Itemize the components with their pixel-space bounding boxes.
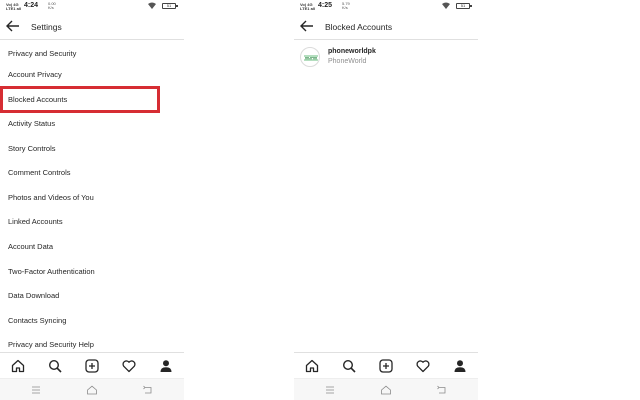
- avatar: [300, 47, 320, 67]
- search-icon[interactable]: [48, 359, 62, 373]
- new-post-icon[interactable]: [85, 359, 99, 373]
- status-bar: Vo) 4G LTE1 all 4:25 5.79 K/s 51: [294, 0, 478, 13]
- clock: 4:24: [24, 2, 39, 9]
- menu-item-photos-and-videos[interactable]: Photos and Videos of You: [8, 193, 94, 202]
- menu-item-two-factor[interactable]: Two-Factor Authentication: [8, 267, 95, 276]
- page-title: Blocked Accounts: [325, 22, 393, 32]
- heart-icon[interactable]: [122, 359, 136, 373]
- blocked-display-name: PhoneWorld: [328, 58, 367, 65]
- heart-icon[interactable]: [416, 359, 430, 373]
- menu-item-data-download[interactable]: Data Download: [8, 291, 59, 300]
- new-post-icon[interactable]: [379, 359, 393, 373]
- menu-item-linked-accounts[interactable]: Linked Accounts: [8, 217, 63, 226]
- clock: 4:25: [318, 2, 333, 9]
- network-speed: 0.00 K/s: [48, 1, 56, 10]
- menu-item-privacy-help[interactable]: Privacy and Security Help: [8, 340, 94, 349]
- signal-indicator: Vo) 4G LTE1 all: [6, 2, 22, 11]
- menu-icon[interactable]: [30, 385, 42, 395]
- menu-item-comment-controls[interactable]: Comment Controls: [8, 168, 71, 177]
- profile-icon[interactable]: [159, 359, 173, 373]
- bottom-nav: [0, 352, 184, 378]
- blocked-username: phoneworldpk: [328, 48, 376, 55]
- network-speed: 5.79 K/s: [342, 1, 350, 10]
- status-bar: Vo) 4G LTE1 all 4:24 0.00 K/s 51: [0, 0, 184, 13]
- search-icon[interactable]: [342, 359, 356, 373]
- page-title: Settings: [31, 22, 62, 32]
- home-icon[interactable]: [305, 359, 319, 373]
- battery-icon: 51: [456, 3, 472, 9]
- menu-icon[interactable]: [324, 385, 336, 395]
- menu-item-account-data[interactable]: Account Data: [8, 242, 53, 251]
- phoneworld-logo-icon: [304, 55, 318, 61]
- back-key-icon[interactable]: [436, 385, 448, 395]
- highlight-annotation: [0, 86, 160, 113]
- menu-item-story-controls[interactable]: Story Controls: [8, 144, 56, 153]
- system-nav-bar: [294, 378, 478, 400]
- back-key-icon[interactable]: [142, 385, 154, 395]
- back-arrow-icon[interactable]: [6, 20, 20, 32]
- header: Settings: [0, 14, 184, 40]
- wifi-icon: [148, 2, 156, 9]
- blocked-accounts-screen: Vo) 4G LTE1 all 4:25 5.79 K/s 51 Blocked A…: [294, 0, 478, 400]
- profile-icon[interactable]: [453, 359, 467, 373]
- menu-item-contacts-syncing[interactable]: Contacts Syncing: [8, 316, 66, 325]
- wifi-icon: [442, 2, 450, 9]
- back-arrow-icon[interactable]: [300, 20, 314, 32]
- system-nav-bar: [0, 378, 184, 400]
- home-icon[interactable]: [11, 359, 25, 373]
- bottom-nav: [294, 352, 478, 378]
- battery-icon: 51: [162, 3, 178, 9]
- home-key-icon[interactable]: [86, 385, 98, 395]
- signal-indicator: Vo) 4G LTE1 all: [300, 2, 316, 11]
- home-key-icon[interactable]: [380, 385, 392, 395]
- header: Blocked Accounts: [294, 14, 478, 40]
- menu-item-account-privacy[interactable]: Account Privacy: [8, 70, 62, 79]
- settings-screen: Vo) 4G LTE1 all 4:24 0.00 K/s 51 Settings …: [0, 0, 184, 400]
- menu-item-activity-status[interactable]: Activity Status: [8, 119, 55, 128]
- menu-item-privacy-and-security[interactable]: Privacy and Security: [8, 49, 76, 58]
- blocked-account-row[interactable]: phoneworldpk PhoneWorld: [294, 44, 478, 70]
